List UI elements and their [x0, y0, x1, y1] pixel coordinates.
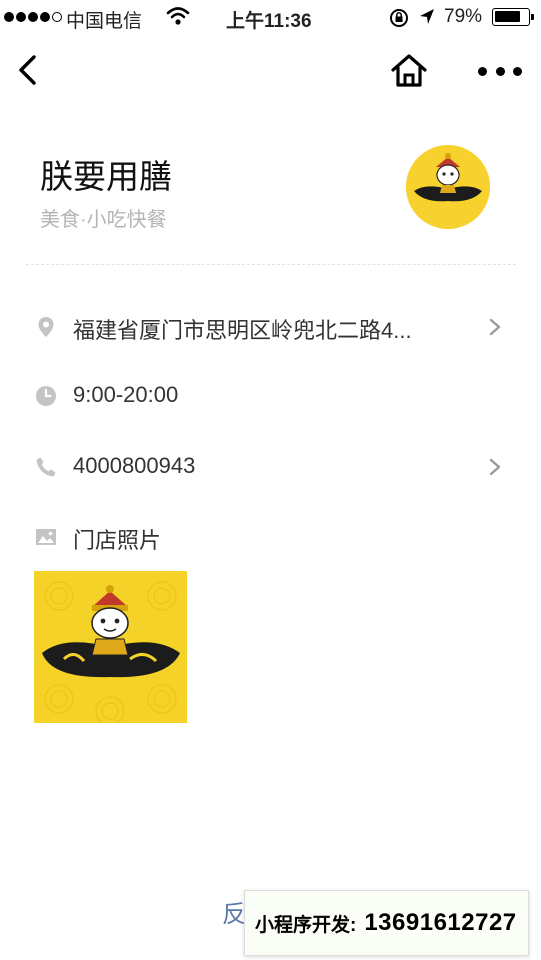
signal-strength-icon [4, 12, 62, 22]
store-photo-image [34, 571, 187, 723]
shop-name: 朕要用膳 [40, 158, 172, 195]
carrier-name: 中国电信 [66, 11, 143, 32]
phone-icon [36, 457, 56, 477]
chevron-right-icon [489, 318, 501, 336]
location-arrow-icon [420, 9, 434, 24]
developer-label: 小程序开发: [255, 914, 357, 936]
shop-logo[interactable] [406, 145, 490, 229]
shop-category: 美食·小吃快餐 [40, 209, 167, 231]
photos-row: 门店照片 [34, 517, 514, 557]
rotation-lock-icon [390, 9, 408, 27]
emperor-logo-icon [406, 145, 490, 229]
address-row[interactable]: 福建省厦门市思明区岭兜北二路4... [34, 307, 514, 347]
status-bar: 中国电信 上午11:36 79% [0, 0, 541, 36]
feedback-link[interactable]: 反 [222, 894, 246, 929]
hours-text: 9:00-20:00 [73, 382, 179, 407]
developer-phone: 13691612727 [364, 909, 517, 936]
back-button[interactable] [14, 52, 44, 88]
wifi-icon [166, 7, 190, 25]
developer-contact-banner[interactable]: 小程序开发: 13691612727 [244, 890, 529, 956]
battery-icon [492, 8, 534, 26]
battery-percent: 79% [444, 6, 483, 27]
more-options-button[interactable] [478, 60, 522, 82]
clock: 上午11:36 [226, 11, 312, 32]
home-button[interactable] [390, 52, 428, 90]
more-dot [513, 66, 522, 76]
hours-row: 9:00-20:00 [34, 376, 514, 416]
photos-label: 门店照片 [73, 528, 162, 553]
home-icon [391, 54, 427, 87]
phone-row[interactable]: 4000800943 [34, 447, 514, 487]
more-dot [495, 66, 505, 76]
phone-text: 4000800943 [73, 453, 196, 478]
store-photo-thumbnail[interactable] [34, 571, 187, 723]
image-icon [36, 529, 56, 545]
chevron-right-icon [489, 458, 501, 476]
chevron-left-icon [19, 55, 36, 85]
address-text: 福建省厦门市思明区岭兜北二路4... [73, 318, 412, 343]
more-dots-icon [478, 66, 487, 76]
header-divider [26, 264, 516, 265]
location-pin-icon [38, 317, 54, 337]
clock-icon [36, 386, 56, 406]
